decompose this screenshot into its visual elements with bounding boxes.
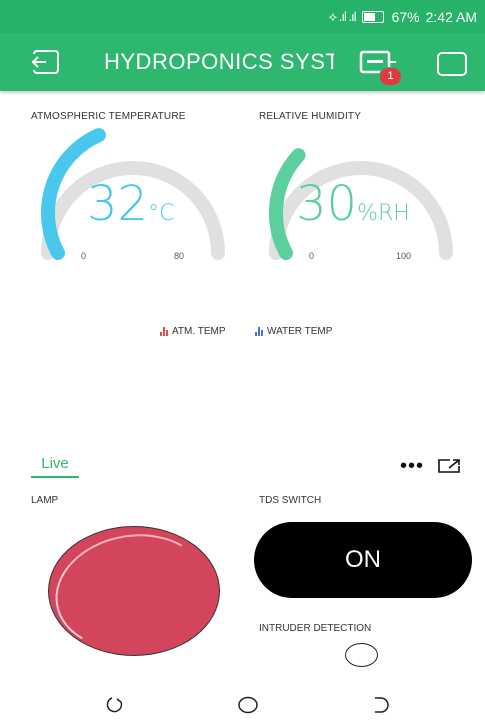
- legend-label: ATM. TEMP: [172, 326, 226, 337]
- humidity-gauge-label: RELATIVE HUMIDITY: [259, 111, 362, 122]
- signal-icons: ⟡ .ıl .ıl: [328, 8, 357, 24]
- clock: 2:42 AM: [425, 8, 477, 25]
- stop-icon[interactable]: [437, 52, 467, 76]
- tab-live[interactable]: Live: [31, 455, 79, 478]
- battery-percent: 67%: [391, 8, 420, 25]
- tds-switch-label: TDS SWITCH: [259, 495, 322, 506]
- lamp-led: [48, 526, 220, 656]
- status-bar: ⟡ .ıl .ıl 67% 2:42 AM: [0, 0, 485, 33]
- notification-badge: 1: [379, 67, 402, 86]
- temperature-min: 0: [81, 251, 87, 261]
- page-title: HYDROPONICS SYST: [104, 49, 334, 74]
- home-icon[interactable]: [237, 694, 259, 716]
- battery-icon: [361, 10, 384, 23]
- humidity-value: 30%RH: [296, 176, 410, 232]
- legend-water-temp: WATER TEMP: [255, 326, 332, 337]
- tds-switch-button[interactable]: ON: [254, 522, 472, 598]
- app-bar: HYDROPONICS SYST 1: [0, 33, 485, 91]
- legend-atm-temp: ATM. TEMP: [160, 326, 226, 337]
- temperature-number: 32: [87, 176, 149, 232]
- humidity-min: 0: [309, 251, 315, 261]
- bar-chart-icon: [160, 327, 168, 336]
- temperature-value: 32°C: [87, 176, 174, 232]
- temperature-gauge-label: ATMOSPHERIC TEMPERATURE: [31, 111, 186, 122]
- intruder-led: [345, 643, 378, 667]
- bar-chart-icon: [255, 327, 263, 336]
- recent-apps-icon[interactable]: [104, 694, 126, 716]
- more-options-icon[interactable]: •••: [400, 455, 424, 478]
- back-icon[interactable]: [370, 694, 392, 716]
- humidity-number: 30: [296, 176, 358, 232]
- legend-label: WATER TEMP: [267, 326, 333, 337]
- temperature-max: 80: [174, 251, 185, 261]
- expand-icon[interactable]: [437, 458, 461, 474]
- exit-icon[interactable]: [28, 47, 64, 77]
- temperature-unit: °C: [148, 201, 175, 226]
- humidity-max: 100: [396, 251, 412, 261]
- lamp-label: LAMP: [31, 495, 59, 506]
- intruder-label: INTRUDER DETECTION: [259, 623, 372, 634]
- system-nav-bar: [0, 690, 485, 722]
- humidity-unit: %RH: [357, 201, 410, 226]
